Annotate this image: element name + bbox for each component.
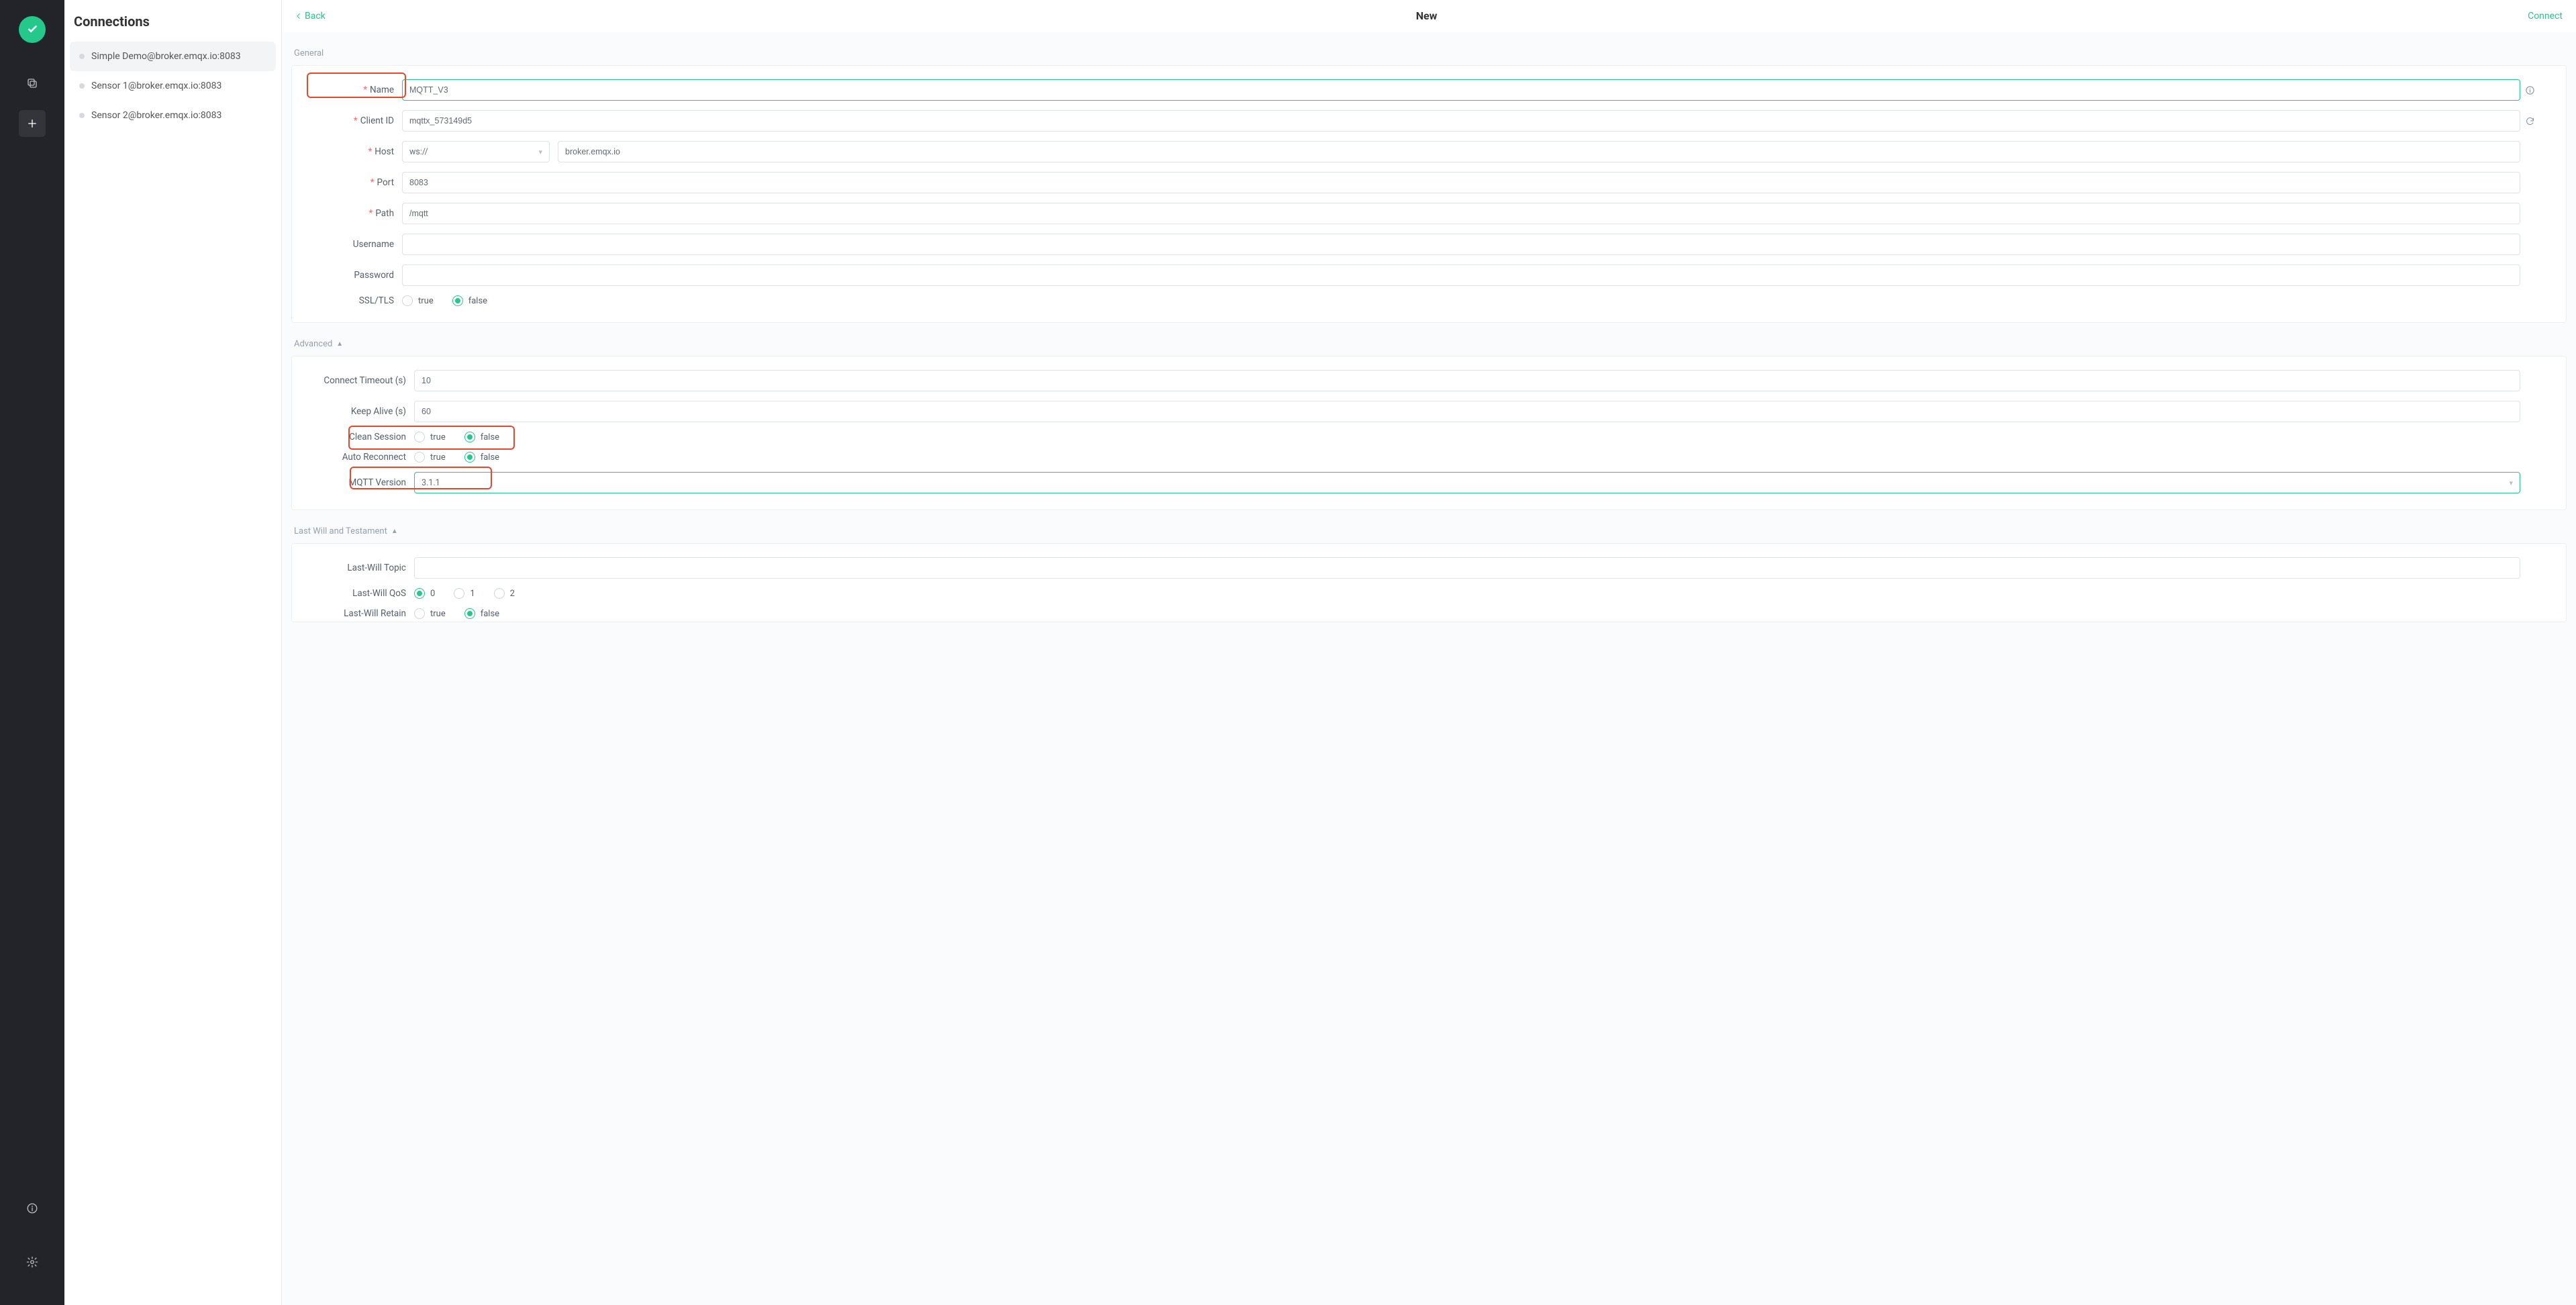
name-info-button[interactable]: [2520, 85, 2539, 95]
auto-reconnect-label: Auto Reconnect: [342, 452, 406, 463]
ssl-radio-false[interactable]: false: [452, 295, 487, 306]
connection-item-label: Simple Demo@broker.emqx.io:8083: [91, 51, 241, 62]
client-id-label: Client ID: [360, 115, 394, 126]
info-icon: [26, 1202, 38, 1214]
username-label: Username: [353, 239, 394, 250]
back-label: Back: [305, 11, 326, 21]
nav-info-button[interactable]: [19, 1195, 46, 1222]
app-nav: [0, 0, 64, 1305]
keep-alive-label: Keep Alive (s): [351, 406, 406, 417]
nav-copy-button[interactable]: [19, 70, 46, 97]
connect-timeout-label: Connect Timeout (s): [324, 375, 406, 386]
copy-icon: [26, 77, 38, 89]
section-header-lwt[interactable]: Last Will and Testament ▲: [291, 521, 2567, 543]
topbar: Back New Connect: [282, 0, 2576, 32]
path-input[interactable]: [402, 203, 2520, 224]
connection-item[interactable]: Sensor 1@broker.emqx.io:8083: [70, 71, 276, 101]
lwt-qos-label: Last-Will QoS: [352, 588, 406, 599]
clean-session-radio-true[interactable]: true: [414, 432, 446, 442]
form-scroll-area[interactable]: General *Name *Client ID: [282, 32, 2576, 1305]
lwt-qos-radio-2[interactable]: 2: [494, 588, 515, 599]
lwt-retain-label: Last-Will Retain: [344, 608, 406, 619]
lwt-panel: Last-Will Topic Last-Will QoS 0 1 2: [291, 543, 2567, 622]
ssl-label: SSL/TLS: [359, 295, 394, 306]
caret-up-icon: ▲: [391, 528, 398, 535]
connect-button[interactable]: Connect: [2528, 11, 2563, 21]
connection-item-label: Sensor 1@broker.emqx.io:8083: [91, 81, 221, 91]
lwt-topic-input[interactable]: [414, 557, 2520, 579]
port-label: Port: [377, 177, 394, 188]
nav-settings-button[interactable]: [19, 1249, 46, 1275]
page-title: New: [1416, 9, 1438, 22]
mqtt-version-select[interactable]: 3.1.1 ▾: [414, 472, 2520, 493]
app-logo: [19, 16, 46, 43]
host-scheme-select[interactable]: ws:// ▾: [402, 141, 550, 162]
status-dot-icon: [79, 54, 85, 59]
refresh-icon: [2525, 116, 2535, 126]
host-label: Host: [375, 146, 394, 157]
port-input[interactable]: [402, 172, 2520, 193]
auto-reconnect-radio-false[interactable]: false: [464, 452, 499, 463]
lwt-topic-label: Last-Will Topic: [347, 563, 406, 573]
gear-icon: [26, 1256, 38, 1268]
chevron-down-icon: ▾: [538, 148, 542, 156]
connect-timeout-input[interactable]: [414, 370, 2520, 391]
name-label: Name: [370, 85, 394, 95]
ssl-radio-true[interactable]: true: [402, 295, 434, 306]
mqtt-version-label: MQTT Version: [348, 477, 406, 488]
path-label: Path: [375, 208, 394, 219]
chevron-left-icon: [295, 13, 302, 19]
section-header-advanced[interactable]: Advanced ▲: [291, 334, 2567, 356]
lwt-qos-radio-0[interactable]: 0: [414, 588, 435, 599]
back-button[interactable]: Back: [295, 11, 326, 21]
regenerate-client-id-button[interactable]: [2520, 116, 2539, 126]
logo-icon: [25, 22, 40, 37]
status-dot-icon: [79, 83, 85, 89]
keep-alive-input[interactable]: [414, 401, 2520, 422]
connection-item[interactable]: Simple Demo@broker.emqx.io:8083: [70, 42, 276, 71]
advanced-panel: Connect Timeout (s) Keep Alive (s) Clean…: [291, 356, 2567, 510]
clean-session-radio-false[interactable]: false: [464, 432, 499, 442]
sidebar-title: Connections: [70, 7, 276, 42]
info-icon: [2525, 85, 2535, 95]
lwt-retain-radio-false[interactable]: false: [464, 608, 499, 619]
status-dot-icon: [79, 113, 85, 118]
chevron-down-icon: ▾: [2509, 479, 2513, 487]
clean-session-label: Clean Session: [349, 432, 406, 442]
plus-icon: [27, 118, 38, 129]
client-id-input[interactable]: [402, 110, 2520, 132]
lwt-retain-radio-true[interactable]: true: [414, 608, 446, 619]
connections-sidebar: Connections Simple Demo@broker.emqx.io:8…: [64, 0, 282, 1305]
connection-item-label: Sensor 2@broker.emqx.io:8083: [91, 110, 221, 121]
lwt-qos-radio-1[interactable]: 1: [454, 588, 475, 599]
auto-reconnect-radio-true[interactable]: true: [414, 452, 446, 463]
host-input[interactable]: [558, 141, 2520, 162]
password-label: Password: [354, 270, 394, 281]
caret-up-icon: ▲: [336, 340, 343, 348]
password-input[interactable]: [402, 264, 2520, 286]
general-panel: *Name *Client ID *Host: [291, 65, 2567, 323]
name-input[interactable]: [402, 79, 2520, 101]
main-area: Back New Connect General *Name: [282, 0, 2576, 1305]
connection-item[interactable]: Sensor 2@broker.emqx.io:8083: [70, 101, 276, 130]
section-header-general[interactable]: General: [291, 43, 2567, 65]
nav-new-connection-button[interactable]: [19, 110, 46, 137]
username-input[interactable]: [402, 234, 2520, 255]
